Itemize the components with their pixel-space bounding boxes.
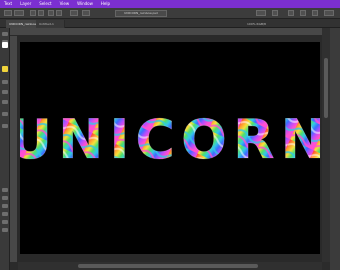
menu-help[interactable]: Help: [101, 0, 110, 8]
headline-graphic: UNICORN: [20, 108, 320, 172]
tools-panel: [0, 28, 10, 270]
horizontal-scroll-thumb[interactable]: [78, 264, 258, 268]
option-toggle-2[interactable]: [38, 10, 44, 16]
document-name-field[interactable]: UNICORN_rainbow.psd: [115, 9, 167, 17]
ruler-horizontal[interactable]: [10, 28, 322, 36]
hand-icon[interactable]: [2, 212, 8, 216]
shape-icon[interactable]: [2, 204, 8, 208]
foreground-color-swatch[interactable]: [2, 66, 8, 72]
menu-view[interactable]: View: [60, 0, 70, 8]
lasso-icon[interactable]: [2, 80, 8, 84]
canvas-area: UNICORN: [18, 36, 322, 262]
ruler-vertical[interactable]: [10, 36, 18, 262]
menu-layer[interactable]: Layer: [20, 0, 31, 8]
headline-text: UNICORN: [20, 108, 320, 171]
menu-window[interactable]: Window: [77, 0, 93, 8]
text-icon[interactable]: [2, 196, 8, 200]
menu-bar: Text Layer Select View Window Help: [0, 0, 340, 8]
settings-icon[interactable]: [312, 10, 318, 16]
zoom-icon[interactable]: [2, 220, 8, 224]
vertical-scroll-thumb[interactable]: [324, 58, 328, 118]
crop-icon[interactable]: [2, 90, 8, 94]
horizontal-scrollbar[interactable]: [18, 262, 322, 270]
zoom-readout: 100% RGB/8: [247, 22, 266, 26]
workspace-icon[interactable]: [288, 10, 294, 16]
tool-preset-button[interactable]: [14, 10, 24, 16]
option-toggle-3[interactable]: [48, 10, 54, 16]
option-toggle-4[interactable]: [56, 10, 62, 16]
option-toggle-6[interactable]: [82, 10, 90, 16]
menu-select[interactable]: Select: [39, 0, 51, 8]
move-icon[interactable]: [2, 32, 8, 36]
option-toggle-1[interactable]: [30, 10, 36, 16]
eraser-icon[interactable]: [2, 124, 8, 128]
share-button[interactable]: [256, 10, 266, 16]
tab-document-2[interactable]: Untitled-1: [36, 20, 65, 28]
option-toggle-5[interactable]: [70, 10, 78, 16]
vertical-scrollbar[interactable]: [322, 28, 330, 262]
background-color-swatch[interactable]: [2, 42, 8, 48]
document-tab-bar: UNICORN_rainbow Untitled-1 100% RGB/8: [0, 19, 340, 28]
brush-icon[interactable]: [2, 112, 8, 116]
edit-toolbar-icon[interactable]: [2, 228, 8, 232]
eyedropper-icon[interactable]: [2, 100, 8, 104]
panel-toggle-icon[interactable]: [324, 10, 334, 16]
search-icon[interactable]: [272, 10, 278, 16]
layout-icon[interactable]: [300, 10, 306, 16]
document-canvas[interactable]: UNICORN: [20, 42, 320, 254]
gradient-icon[interactable]: [2, 188, 8, 192]
options-bar: UNICORN_rainbow.psd: [0, 8, 340, 19]
menu-text[interactable]: Text: [4, 0, 12, 8]
home-icon[interactable]: [4, 10, 12, 16]
right-panel-dock[interactable]: [330, 28, 340, 270]
tab-document-1[interactable]: UNICORN_rainbow: [6, 20, 39, 28]
